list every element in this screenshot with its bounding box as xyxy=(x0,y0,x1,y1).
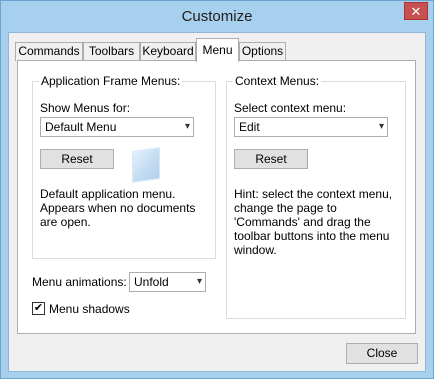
customize-dialog: Customize ✕ Commands Toolbars Keyboard M… xyxy=(0,0,434,379)
menu-animations-label: Menu animations: xyxy=(32,275,127,289)
show-menus-dropdown[interactable]: Default Menu ▾ xyxy=(40,117,194,137)
menu-tab-panel: Application Frame Menus: Show Menus for:… xyxy=(17,60,416,334)
menu-shadows-checkbox[interactable]: ✔ xyxy=(32,302,45,315)
menu-shadows-label: Menu shadows xyxy=(49,302,130,316)
app-frame-menus-caption: Application Frame Menus: xyxy=(39,74,183,88)
app-frame-description: Default application menu. Appears when n… xyxy=(40,187,196,229)
close-window-icon[interactable]: ✕ xyxy=(404,2,428,20)
app-frame-reset-button[interactable]: Reset xyxy=(40,149,114,169)
context-menu-dropdown[interactable]: Edit ▾ xyxy=(234,117,388,137)
tab-keyboard[interactable]: Keyboard xyxy=(140,42,196,61)
show-menus-label: Show Menus for: xyxy=(40,101,131,115)
context-menus-caption: Context Menus: xyxy=(233,74,322,88)
context-menu-value: Edit xyxy=(239,120,260,134)
chevron-down-icon: ▾ xyxy=(378,121,384,132)
select-context-menu-label: Select context menu: xyxy=(234,101,347,115)
tab-menu[interactable]: Menu xyxy=(196,38,239,62)
tab-options[interactable]: Options xyxy=(239,42,286,61)
chevron-down-icon: ▾ xyxy=(196,276,202,287)
dialog-client-area: Commands Toolbars Keyboard Menu Options … xyxy=(8,32,426,372)
tab-commands[interactable]: Commands xyxy=(15,42,83,61)
close-button[interactable]: Close xyxy=(346,343,418,364)
context-menu-reset-button[interactable]: Reset xyxy=(234,149,308,169)
chevron-down-icon: ▾ xyxy=(184,121,190,132)
context-menu-hint: Hint: select the context menu, change th… xyxy=(234,187,393,257)
show-menus-value: Default Menu xyxy=(45,120,117,134)
menu-preview-icon xyxy=(132,147,160,183)
tab-toolbars[interactable]: Toolbars xyxy=(83,42,140,61)
dialog-title: Customize xyxy=(181,8,253,25)
menu-animations-value: Unfold xyxy=(134,275,169,289)
menu-animations-dropdown[interactable]: Unfold ▾ xyxy=(129,272,206,292)
